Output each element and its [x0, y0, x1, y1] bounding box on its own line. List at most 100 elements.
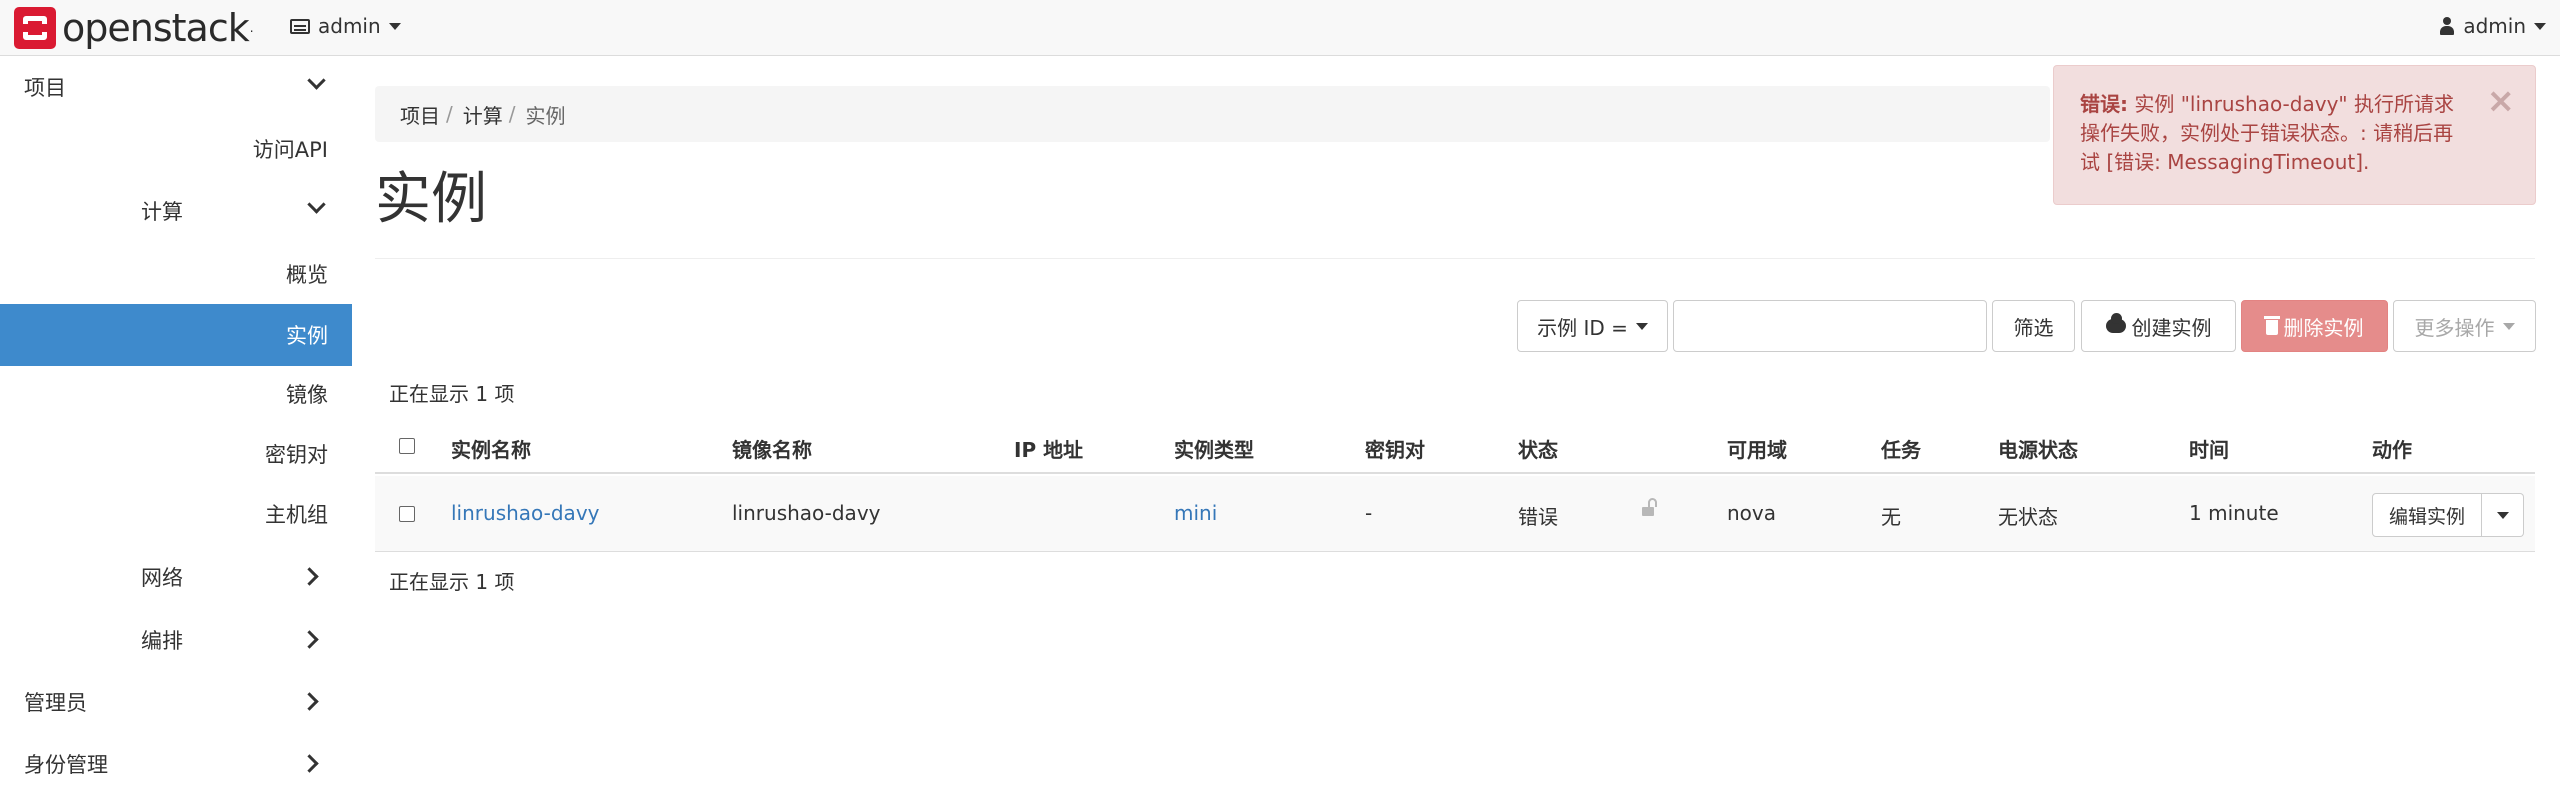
- chevron-right-icon: [300, 754, 319, 773]
- column-header-flavor[interactable]: 实例类型: [1174, 434, 1254, 463]
- caret-down-icon: [388, 22, 401, 30]
- divider: [375, 258, 2535, 259]
- select-all-checkbox[interactable]: [399, 438, 415, 454]
- openstack-logo[interactable]: openstack.: [14, 7, 253, 49]
- more-actions-dropdown[interactable]: 更多操作: [2393, 300, 2536, 352]
- filter-button-label: 筛选: [2013, 315, 2054, 340]
- age: 1 minute: [2189, 501, 2279, 525]
- sidebar-item-label: 计算: [141, 200, 183, 224]
- sidebar-item-images[interactable]: 镜像: [0, 364, 352, 424]
- item-count-top: 正在显示 1 项: [389, 382, 515, 406]
- filter-field-label: 示例 ID =: [1537, 315, 1628, 340]
- breadcrumb-compute[interactable]: 计算: [463, 100, 503, 129]
- delete-instances-button[interactable]: 删除实例: [2241, 300, 2388, 352]
- project-icon: [290, 18, 310, 34]
- sidebar-item-identity[interactable]: 身份管理: [0, 734, 352, 794]
- user-menu-dropdown[interactable]: admin: [2439, 0, 2546, 52]
- instance-name-link[interactable]: linrushao-davy: [451, 501, 600, 525]
- edit-instance-button[interactable]: 编辑实例: [2372, 493, 2482, 537]
- sidebar-item-label: 镜像: [286, 383, 328, 407]
- column-header-az[interactable]: 可用域: [1727, 434, 1787, 463]
- sidebar-item-admin[interactable]: 管理员: [0, 672, 352, 732]
- create-instance-label: 创建实例: [2131, 315, 2212, 340]
- caret-down-icon: [2502, 322, 2515, 330]
- column-header-status[interactable]: 状态: [1518, 434, 1558, 463]
- cloud-upload-icon: [2105, 313, 2126, 333]
- sidebar-item-label: 管理员: [24, 691, 87, 715]
- image-name: linrushao-davy: [732, 501, 881, 525]
- column-header-ip[interactable]: IP 地址: [1014, 434, 1083, 463]
- sidebar-item-label: 概览: [286, 263, 328, 287]
- sidebar-item-label: 实例: [286, 324, 328, 348]
- keypair: -: [1365, 501, 1373, 525]
- sidebar-item-server-groups[interactable]: 主机组: [0, 484, 352, 544]
- sidebar-item-compute[interactable]: 计算: [0, 181, 352, 241]
- item-count-bottom: 正在显示 1 项: [389, 570, 515, 594]
- sidebar-item-api-access[interactable]: 访问API: [0, 119, 352, 179]
- alert-title: 错误:: [2080, 92, 2128, 116]
- row-actions-toggle[interactable]: [2482, 493, 2524, 537]
- sidebar-item-label: 密钥对: [265, 443, 328, 467]
- filter-button[interactable]: 筛选: [1992, 300, 2075, 352]
- power-state: 无状态: [1998, 505, 2058, 529]
- close-icon[interactable]: ×: [2487, 84, 2516, 118]
- column-header-time[interactable]: 时间: [2189, 434, 2229, 463]
- breadcrumb-instances: 实例: [525, 103, 566, 128]
- sidebar-item-project[interactable]: 项目: [0, 57, 352, 117]
- sidebar-item-network[interactable]: 网络: [0, 547, 352, 607]
- column-header-actions: 动作: [2372, 438, 2412, 462]
- project-selector-dropdown[interactable]: admin: [290, 0, 401, 52]
- column-header-image[interactable]: 镜像名称: [732, 434, 812, 463]
- filter-input[interactable]: [1673, 300, 1987, 352]
- status: 错误: [1518, 505, 1558, 529]
- task: 无: [1881, 505, 1901, 529]
- table-header: 实例名称 镜像名称 IP 地址 实例类型 密钥对 状态 可用域 任务 电源状态 …: [375, 420, 2535, 474]
- row-checkbox[interactable]: [399, 506, 415, 522]
- user-icon: [2439, 17, 2455, 35]
- edit-instance-label: 编辑实例: [2388, 505, 2465, 528]
- availability-zone: nova: [1727, 501, 1777, 525]
- row-actions: 编辑实例: [2372, 493, 2524, 537]
- column-header-keypair[interactable]: 密钥对: [1365, 434, 1425, 463]
- caret-down-icon: [2496, 511, 2509, 519]
- brand-text: openstack.: [62, 6, 253, 50]
- breadcrumb-project[interactable]: 项目: [400, 100, 440, 129]
- sidebar-item-instances[interactable]: 实例: [0, 304, 352, 366]
- openstack-logo-icon: [14, 7, 56, 49]
- chevron-right-icon: [300, 692, 319, 711]
- column-header-task[interactable]: 任务: [1881, 434, 1921, 463]
- column-header-power[interactable]: 电源状态: [1998, 434, 2078, 463]
- error-alert: 错误: 实例 "linrushao-davy" 执行所请求操作失败，实例处于错误…: [2053, 65, 2536, 205]
- project-selector-label: admin: [318, 14, 381, 38]
- user-menu-label: admin: [2463, 14, 2526, 38]
- breadcrumb: 项目 / 计算 / 实例: [375, 86, 2050, 142]
- breadcrumb-separator: /: [508, 102, 516, 126]
- sidebar-item-keypairs[interactable]: 密钥对: [0, 424, 352, 484]
- chevron-down-icon: [307, 71, 326, 90]
- chevron-down-icon: [307, 195, 326, 214]
- page-title: 实例: [375, 167, 487, 232]
- sidebar-item-overview[interactable]: 概览: [0, 244, 352, 304]
- breadcrumb-separator: /: [446, 102, 453, 126]
- sidebar-item-label: 网络: [141, 566, 183, 590]
- table-row: linrushao-davy linrushao-davy mini - 错误 …: [375, 476, 2535, 552]
- alert-message: 实例 "linrushao-davy" 执行所请求操作失败，实例处于错误状态。:…: [2080, 92, 2454, 174]
- unlock-icon: [1642, 498, 1658, 516]
- chevron-right-icon: [300, 630, 319, 649]
- chevron-right-icon: [300, 567, 319, 586]
- more-actions-label: 更多操作: [2414, 315, 2495, 340]
- sidebar-item-label: 身份管理: [24, 753, 108, 777]
- sidebar-item-label: 访问API: [252, 138, 328, 162]
- trash-icon: [2263, 316, 2280, 335]
- delete-instances-label: 删除实例: [2283, 315, 2364, 340]
- caret-down-icon: [1635, 322, 1648, 330]
- create-instance-button[interactable]: 创建实例: [2081, 300, 2236, 352]
- sidebar-item-label: 主机组: [265, 503, 328, 527]
- column-header-name[interactable]: 实例名称: [451, 434, 531, 463]
- sidebar-item-label: 编排: [141, 629, 183, 653]
- sidebar-item-orchestration[interactable]: 编排: [0, 610, 352, 670]
- filter-field-select[interactable]: 示例 ID =: [1517, 300, 1668, 352]
- top-navbar: openstack. admin admin: [0, 0, 2560, 56]
- flavor-link[interactable]: mini: [1174, 501, 1217, 525]
- sidebar-item-label: 项目: [24, 76, 66, 100]
